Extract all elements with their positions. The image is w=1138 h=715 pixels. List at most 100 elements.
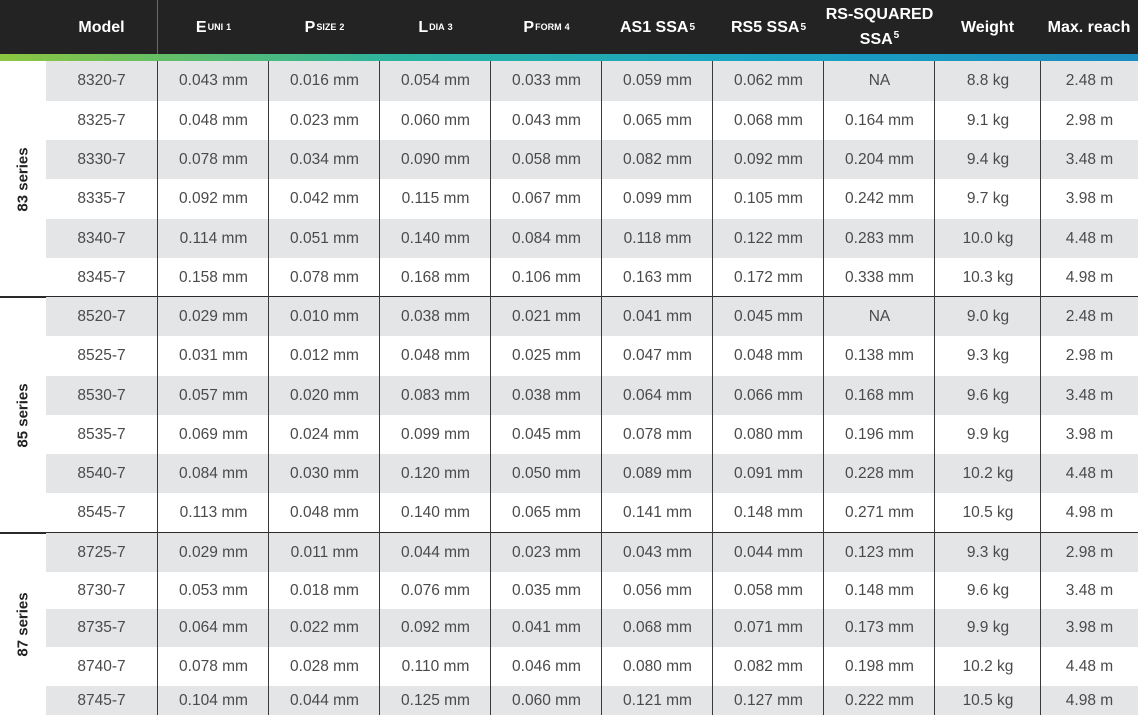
- table-row: 8520-7 0.029 mm 0.010 mm 0.038 mm 0.021 mm 0.…: [46, 297, 1138, 336]
- cell-l-dia: 0.140 mm: [401, 504, 470, 521]
- cell-model: 8340-7: [77, 229, 126, 247]
- table-row: 8340-7 0.114 mm 0.051 mm 0.140 mm 0.084 mm 0.…: [46, 219, 1138, 258]
- header-p-form: P FORM 4: [523, 18, 570, 36]
- cell-rs-squared-ssa: 0.123 mm: [845, 543, 914, 561]
- cell-p-size: 0.020 mm: [290, 386, 359, 404]
- cell-p-form: 0.045 mm: [512, 425, 581, 443]
- series-label-text: 85 series: [14, 382, 32, 448]
- cell-weight: 9.1 kg: [966, 111, 1010, 129]
- cell-l-dia: 0.083 mm: [401, 386, 470, 404]
- header-rs5-ssa: RS5 SSA 5: [730, 18, 807, 36]
- cell-model: 8335-7: [77, 190, 126, 207]
- series-label: 83 series: [0, 61, 46, 297]
- series-label: 87 series: [0, 533, 46, 715]
- cell-l-dia: 0.090 mm: [401, 150, 470, 168]
- cell-max-reach: 2.98 m: [1065, 543, 1114, 561]
- cell-e-uni: 0.048 mm: [179, 111, 248, 129]
- header-weight: Weight: [960, 18, 1015, 36]
- cell-p-size: 0.010 mm: [290, 307, 359, 325]
- cell-model: 8540-7: [77, 464, 126, 482]
- series-label: 85 series: [0, 297, 46, 533]
- cell-model: 8345-7: [77, 268, 126, 286]
- cell-l-dia: 0.044 mm: [401, 543, 470, 561]
- cell-p-form: 0.067 mm: [512, 190, 581, 207]
- table-row: 8730-7 0.053 mm 0.018 mm 0.076 mm 0.035 mm 0.…: [46, 572, 1138, 609]
- cell-rs5-ssa: 0.091 mm: [734, 464, 803, 482]
- cell-model: 8530-7: [77, 386, 126, 404]
- cell-p-size: 0.044 mm: [290, 691, 359, 709]
- cell-max-reach: 4.48 m: [1065, 657, 1114, 675]
- cell-p-form: 0.038 mm: [512, 386, 581, 404]
- cell-as1-ssa: 0.080 mm: [623, 657, 692, 675]
- cell-weight: 10.2 kg: [962, 464, 1014, 482]
- table-header: Model E UNI 1 P SIZE 2 L DIA 3 P FORM 4 AS1 SSA 5…: [0, 0, 1138, 54]
- cell-l-dia: 0.110 mm: [401, 657, 470, 675]
- cell-rs-squared-ssa: 0.283 mm: [845, 229, 914, 247]
- table-row: 8545-7 0.113 mm 0.048 mm 0.140 mm 0.065 mm 0.…: [46, 493, 1138, 533]
- cell-l-dia: 0.038 mm: [401, 307, 470, 325]
- cell-rs5-ssa: 0.048 mm: [734, 347, 803, 364]
- cell-e-uni: 0.043 mm: [179, 72, 248, 89]
- cell-as1-ssa: 0.041 mm: [623, 307, 692, 325]
- cell-as1-ssa: 0.043 mm: [623, 543, 692, 561]
- cell-model: 8735-7: [77, 619, 126, 636]
- cell-max-reach: 2.48 m: [1065, 307, 1114, 325]
- cell-e-uni: 0.031 mm: [179, 347, 248, 364]
- cell-l-dia: 0.092 mm: [401, 619, 470, 636]
- cell-l-dia: 0.099 mm: [401, 425, 470, 443]
- cell-e-uni: 0.057 mm: [179, 386, 248, 404]
- cell-as1-ssa: 0.121 mm: [623, 691, 692, 709]
- cell-max-reach: 3.98 m: [1065, 190, 1114, 207]
- cell-p-size: 0.028 mm: [290, 657, 359, 675]
- table-row: 8335-7 0.092 mm 0.042 mm 0.115 mm 0.067 mm 0.…: [46, 179, 1138, 219]
- cell-max-reach: 4.98 m: [1065, 691, 1114, 709]
- cell-as1-ssa: 0.099 mm: [623, 190, 692, 207]
- cell-rs-squared-ssa: 0.198 mm: [845, 657, 914, 675]
- cell-max-reach: 3.48 m: [1065, 386, 1114, 404]
- table-row: 8320-7 0.043 mm 0.016 mm 0.054 mm 0.033 mm 0.…: [46, 61, 1138, 101]
- cell-l-dia: 0.048 mm: [401, 347, 470, 364]
- cell-p-form: 0.106 mm: [512, 268, 581, 286]
- cell-as1-ssa: 0.047 mm: [623, 347, 692, 364]
- cell-p-form: 0.041 mm: [512, 619, 581, 636]
- cell-weight: 10.5 kg: [962, 691, 1014, 709]
- cell-p-size: 0.022 mm: [290, 619, 359, 636]
- cell-rs-squared-ssa: 0.242 mm: [845, 190, 914, 207]
- cell-max-reach: 4.48 m: [1065, 464, 1114, 482]
- cell-p-size: 0.042 mm: [290, 190, 359, 207]
- table-row: 8525-7 0.031 mm 0.012 mm 0.048 mm 0.025 mm 0.…: [46, 336, 1138, 376]
- column-divider: [1040, 61, 1041, 715]
- cell-rs-squared-ssa: 0.222 mm: [845, 691, 914, 709]
- cell-rs-squared-ssa: 0.164 mm: [845, 111, 914, 129]
- table-row: 8725-7 0.029 mm 0.011 mm 0.044 mm 0.023 mm 0.…: [46, 533, 1138, 572]
- cell-max-reach: 2.48 m: [1065, 72, 1114, 89]
- cell-p-form: 0.023 mm: [512, 543, 581, 561]
- cell-weight: 9.6 kg: [966, 386, 1010, 404]
- table-row: 8330-7 0.078 mm 0.034 mm 0.090 mm 0.058 mm 0.…: [46, 140, 1138, 179]
- cell-weight: 10.2 kg: [962, 657, 1014, 675]
- cell-p-form: 0.046 mm: [512, 657, 581, 675]
- cell-p-form: 0.033 mm: [512, 72, 581, 89]
- cell-e-uni: 0.084 mm: [179, 464, 248, 482]
- cell-max-reach: 4.98 m: [1065, 504, 1114, 521]
- table-row: 8535-7 0.069 mm 0.024 mm 0.099 mm 0.045 mm 0.…: [46, 415, 1138, 454]
- cell-p-form: 0.025 mm: [512, 347, 581, 364]
- cell-rs5-ssa: 0.044 mm: [734, 543, 803, 561]
- cell-weight: 9.3 kg: [966, 347, 1010, 364]
- cell-p-form: 0.058 mm: [512, 150, 581, 168]
- cell-l-dia: 0.140 mm: [401, 229, 470, 247]
- cell-p-size: 0.023 mm: [290, 111, 359, 129]
- cell-rs-squared-ssa: 0.168 mm: [845, 386, 914, 404]
- cell-rs-squared-ssa: 0.148 mm: [845, 581, 914, 599]
- cell-e-uni: 0.069 mm: [179, 425, 248, 443]
- cell-l-dia: 0.125 mm: [401, 691, 470, 709]
- cell-p-form: 0.021 mm: [512, 307, 581, 325]
- cell-model: 8725-7: [77, 543, 126, 561]
- cell-rs5-ssa: 0.062 mm: [734, 72, 803, 89]
- cell-max-reach: 2.98 m: [1065, 111, 1114, 129]
- cell-max-reach: 2.98 m: [1065, 347, 1114, 364]
- cell-rs-squared-ssa: 0.138 mm: [845, 347, 914, 364]
- cell-p-size: 0.018 mm: [290, 581, 359, 599]
- cell-model: 8320-7: [77, 72, 126, 89]
- column-divider: [268, 61, 269, 715]
